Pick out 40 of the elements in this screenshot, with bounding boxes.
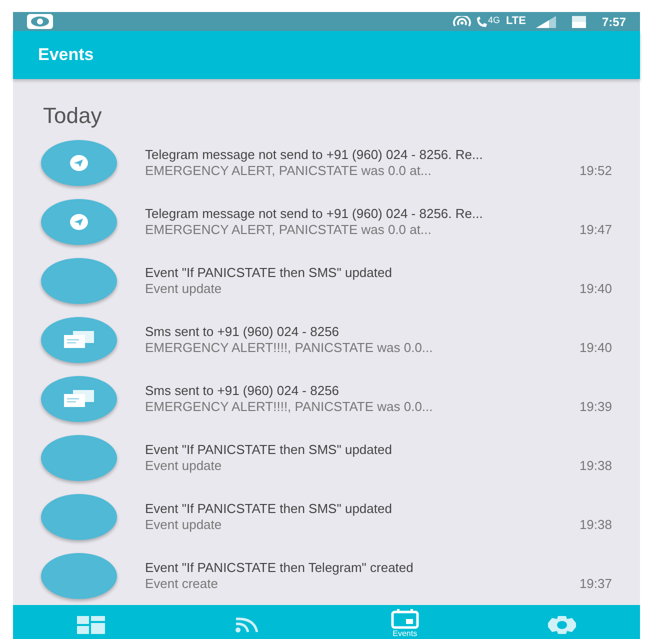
event-detail: EMERGENCY ALERT!!!!, PANICSTATE was 0.0... [145,340,433,356]
send-icon [70,154,88,170]
event-time: 19:40 [579,340,612,356]
event-time: 19:37 [579,576,612,592]
event-detail: EMERGENCY ALERT, PANICSTATE was 0.0 at... [145,162,432,178]
send-icon [70,214,88,230]
phone-icon [476,16,488,28]
network-type: 4G [488,14,500,27]
dashboard-icon [77,616,106,634]
event-title: Event "If PANICSTATE then Telegram" created [145,560,414,576]
chat-icon [64,390,94,408]
event-time: 19:52 [579,162,612,178]
event-detail: Event update [145,280,222,296]
settings-icon [548,616,576,634]
event-time: 19:38 [579,516,612,532]
event-title: Sms sent to +91 (960) 024 - 8256 [145,324,340,340]
signal-icon [536,16,556,28]
event-title: Event "If PANICSTATE then SMS" updated [145,264,393,280]
chat-icon [64,330,94,348]
event-title: Sms sent to +91 (960) 024 - 8256 [145,382,340,398]
event-title: Telegram message not send to +91 (960) 024 - 8256. Re... [145,146,484,162]
event-time: 19:38 [579,458,612,474]
event-detail: EMERGENCY ALERT, PANICSTATE was 0.0 at... [145,222,432,238]
lte-label: LTE [506,14,526,30]
hotspot-icon [452,16,472,28]
event-detail: EMERGENCY ALERT!!!!, PANICSTATE was 0.0... [145,398,433,414]
event-title: Event "If PANICSTATE then SMS" updated [145,500,393,516]
section-heading: Today [42,102,103,130]
event-time: 19:47 [579,222,612,238]
event-detail: Event create [145,576,218,592]
event-title: Event "If PANICSTATE then SMS" updated [145,442,393,458]
app-title: Events [38,44,94,66]
event-detail: Event update [145,516,222,532]
battery-icon [572,16,586,28]
clock: 7:57 [602,14,626,30]
event-title: Telegram message not send to +91 (960) 024 - 8256. Re... [145,206,484,222]
event-detail: Event update [145,458,222,474]
calendar-icon [390,608,419,628]
event-time: 19:39 [579,398,612,414]
event-time: 19:40 [579,280,612,296]
